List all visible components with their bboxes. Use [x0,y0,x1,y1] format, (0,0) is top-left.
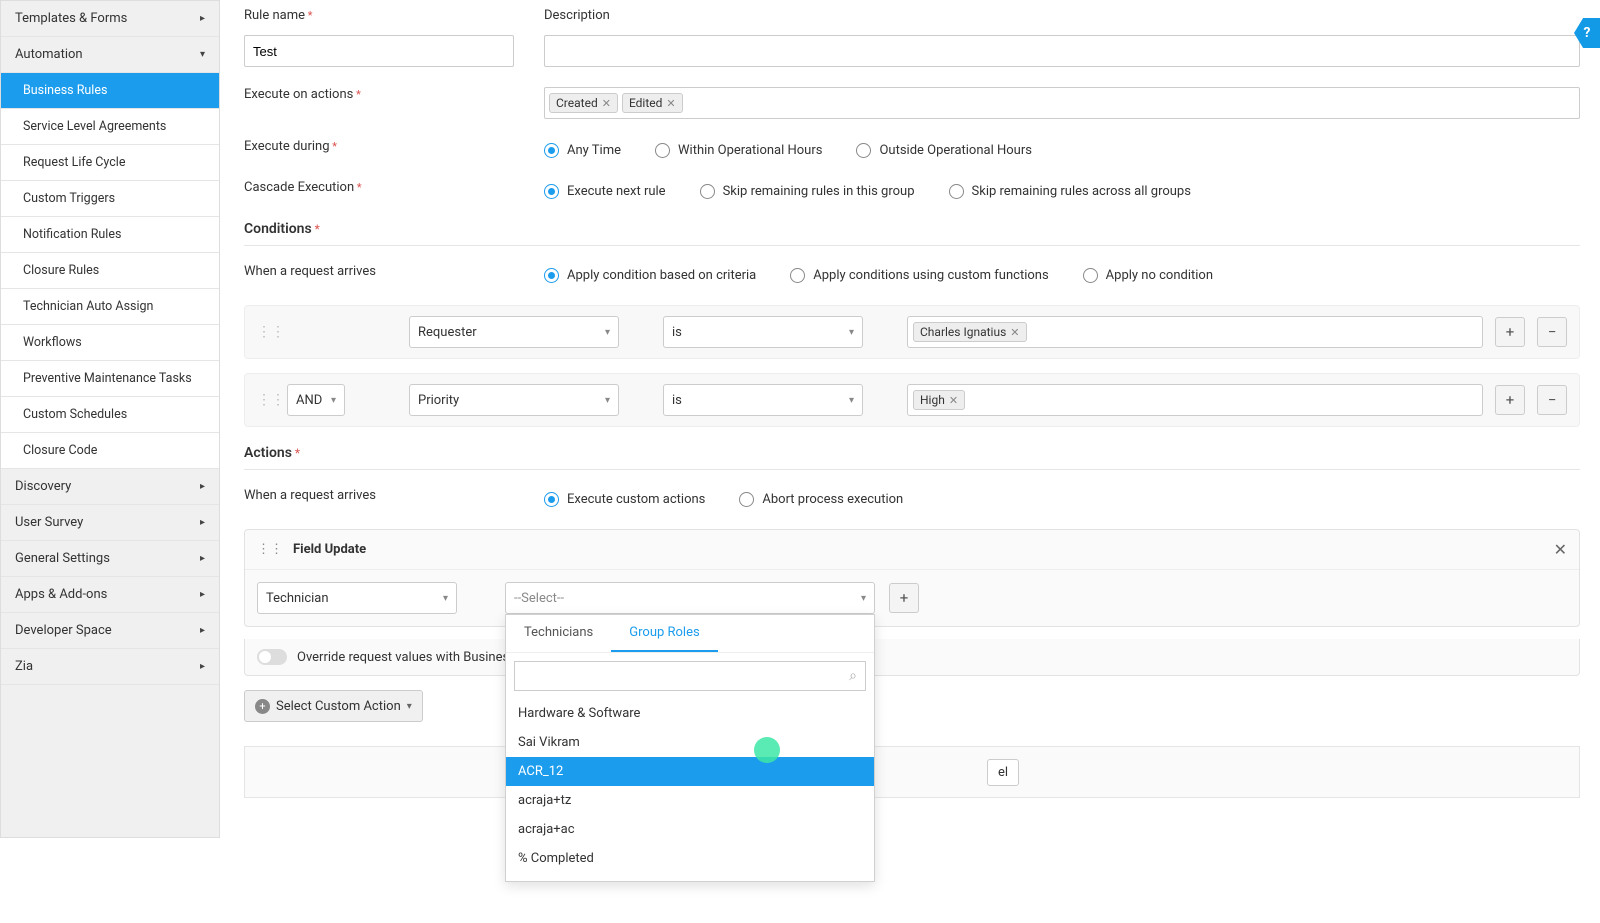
footer-bar: el [244,746,1580,798]
drag-handle-icon[interactable]: ⋮⋮ [257,392,275,408]
cond2-op-select[interactable]: is▾ [663,384,863,416]
sidebar-item[interactable]: Business Rules [1,73,219,109]
technician-value-select[interactable]: --Select--▾ [505,582,875,614]
sidebar-item-label: Templates & Forms [15,11,127,26]
conditions-section-header: Conditions [244,221,1580,237]
cursor-indicator [754,737,780,763]
rule-name-label: Rule name [244,8,544,23]
sidebar-item-automation[interactable]: Automation ▾ [1,37,219,73]
add-condition-button[interactable]: + [1495,317,1525,347]
dropdown-item[interactable]: % Completed [506,844,874,873]
radio-within-op[interactable]: Within Operational Hours [655,143,822,158]
cond1-value-box[interactable]: Charles Ignatius✕ [907,316,1483,348]
override-row: Override request values with Business R [244,639,1580,676]
field-update-label: Field Update [293,542,366,557]
dropdown-panel: Technicians Group Roles ⌕ Hardware & Sof… [505,614,875,882]
sidebar-item-label: Automation [15,47,83,62]
execute-during-label: Execute during [244,139,544,154]
radio-any-time[interactable]: Any Time [544,143,621,158]
close-icon[interactable]: ✕ [602,97,611,110]
radio-outside-op[interactable]: Outside Operational Hours [856,143,1031,158]
sidebar-item[interactable]: Request Life Cycle [1,145,219,181]
sidebar: Templates & Forms ▸ Automation ▾ Busines… [0,0,220,838]
cond2-field-select[interactable]: Priority▾ [409,384,619,416]
select-custom-action-button[interactable]: + Select Custom Action ▾ [244,690,423,722]
technician-field-select[interactable]: Technician▾ [257,582,457,614]
radio-exec-custom[interactable]: Execute custom actions [544,492,705,507]
sidebar-item[interactable]: Closure Code [1,433,219,469]
dropdown-item[interactable]: ACR_12 [506,757,874,786]
cond1-op-select[interactable]: is▾ [663,316,863,348]
close-icon[interactable]: ✕ [1554,540,1567,559]
description-input[interactable] [544,35,1580,67]
cascade-label: Cascade Execution [244,180,544,195]
sidebar-automation-submenu: Business RulesService Level AgreementsRe… [1,73,219,469]
field-update-box: ⋮⋮ Field Update ✕ Technician▾ --Select--… [244,529,1580,627]
chevron-right-icon: ▸ [200,13,205,24]
tab-group-roles[interactable]: Group Roles [611,615,717,652]
drag-handle-icon[interactable]: ⋮⋮ [257,542,283,557]
tab-technicians[interactable]: Technicians [506,615,611,652]
condition-row-2: ⋮⋮ AND▾ Priority▾ is▾ High✕ + − [244,373,1580,427]
override-label: Override request values with Business R [297,650,527,665]
sidebar-item-templates-forms[interactable]: Templates & Forms ▸ [1,1,219,37]
sidebar-item[interactable]: Zia▸ [1,649,219,685]
radio-skip-all[interactable]: Skip remaining rules across all groups [949,184,1191,199]
sidebar-item[interactable]: Custom Triggers [1,181,219,217]
actions-section-header: Actions [244,445,1580,461]
when-request-label: When a request arrives [244,264,544,279]
close-icon[interactable]: ✕ [949,394,958,407]
drag-handle-icon[interactable]: ⋮⋮ [257,324,275,340]
sidebar-item[interactable]: Preventive Maintenance Tasks [1,361,219,397]
radio-cond-none[interactable]: Apply no condition [1083,268,1213,283]
tag-created[interactable]: Created✕ [549,93,618,113]
radio-cond-criteria[interactable]: Apply condition based on criteria [544,268,756,283]
cond1-field-select[interactable]: Requester▾ [409,316,619,348]
tag-edited[interactable]: Edited✕ [622,93,683,113]
close-icon[interactable]: ✕ [1010,326,1019,339]
plus-circle-icon: + [255,699,270,714]
radio-abort[interactable]: Abort process execution [739,492,903,507]
add-condition-button[interactable]: + [1495,385,1525,415]
execute-on-tagbox[interactable]: Created✕ Edited✕ [544,87,1580,119]
sidebar-item[interactable]: Technician Auto Assign [1,289,219,325]
sidebar-item[interactable]: Workflows [1,325,219,361]
dropdown-list: Hardware & SoftwareSai VikramACR_12acraj… [506,699,874,881]
radio-exec-next[interactable]: Execute next rule [544,184,666,199]
when-request-label-2: When a request arrives [244,488,544,503]
cancel-button-fragment[interactable]: el [987,759,1019,786]
override-toggle[interactable] [257,649,287,665]
radio-skip-group[interactable]: Skip remaining rules in this group [700,184,915,199]
close-icon[interactable]: ✕ [666,97,675,110]
cond2-join-select[interactable]: AND▾ [287,384,345,416]
dropdown-item[interactable]: acraja+ac [506,815,874,844]
chevron-down-icon: ▾ [200,49,205,60]
sidebar-item[interactable]: Apps & Add-ons▸ [1,577,219,613]
sidebar-item[interactable]: Closure Rules [1,253,219,289]
description-label: Description [544,8,1580,23]
dropdown-item[interactable]: Sai Vikram [506,728,874,757]
sidebar-item[interactable]: Discovery▸ [1,469,219,505]
sidebar-item[interactable]: Service Level Agreements [1,109,219,145]
main-form: Rule name Description Execute on actions… [220,0,1600,838]
sidebar-item[interactable]: Custom Schedules [1,397,219,433]
search-icon: ⌕ [849,668,857,684]
cond2-value-box[interactable]: High✕ [907,384,1483,416]
sidebar-item[interactable]: General Settings▸ [1,541,219,577]
remove-condition-button[interactable]: − [1537,317,1567,347]
sidebar-item[interactable]: User Survey▸ [1,505,219,541]
dropdown-item[interactable]: Hardware & Software [506,699,874,728]
sidebar-item[interactable]: Notification Rules [1,217,219,253]
rule-name-input[interactable] [244,35,514,67]
sidebar-item[interactable]: Developer Space▸ [1,613,219,649]
dropdown-item[interactable]: acraja+tz [506,786,874,815]
execute-on-label: Execute on actions [244,87,544,102]
condition-row-1: ⋮⋮ Requester▾ is▾ Charles Ignatius✕ + − [244,305,1580,359]
radio-cond-custom[interactable]: Apply conditions using custom functions [790,268,1048,283]
dropdown-search-input[interactable] [514,661,866,691]
add-field-button[interactable]: + [889,583,919,613]
remove-condition-button[interactable]: − [1537,385,1567,415]
